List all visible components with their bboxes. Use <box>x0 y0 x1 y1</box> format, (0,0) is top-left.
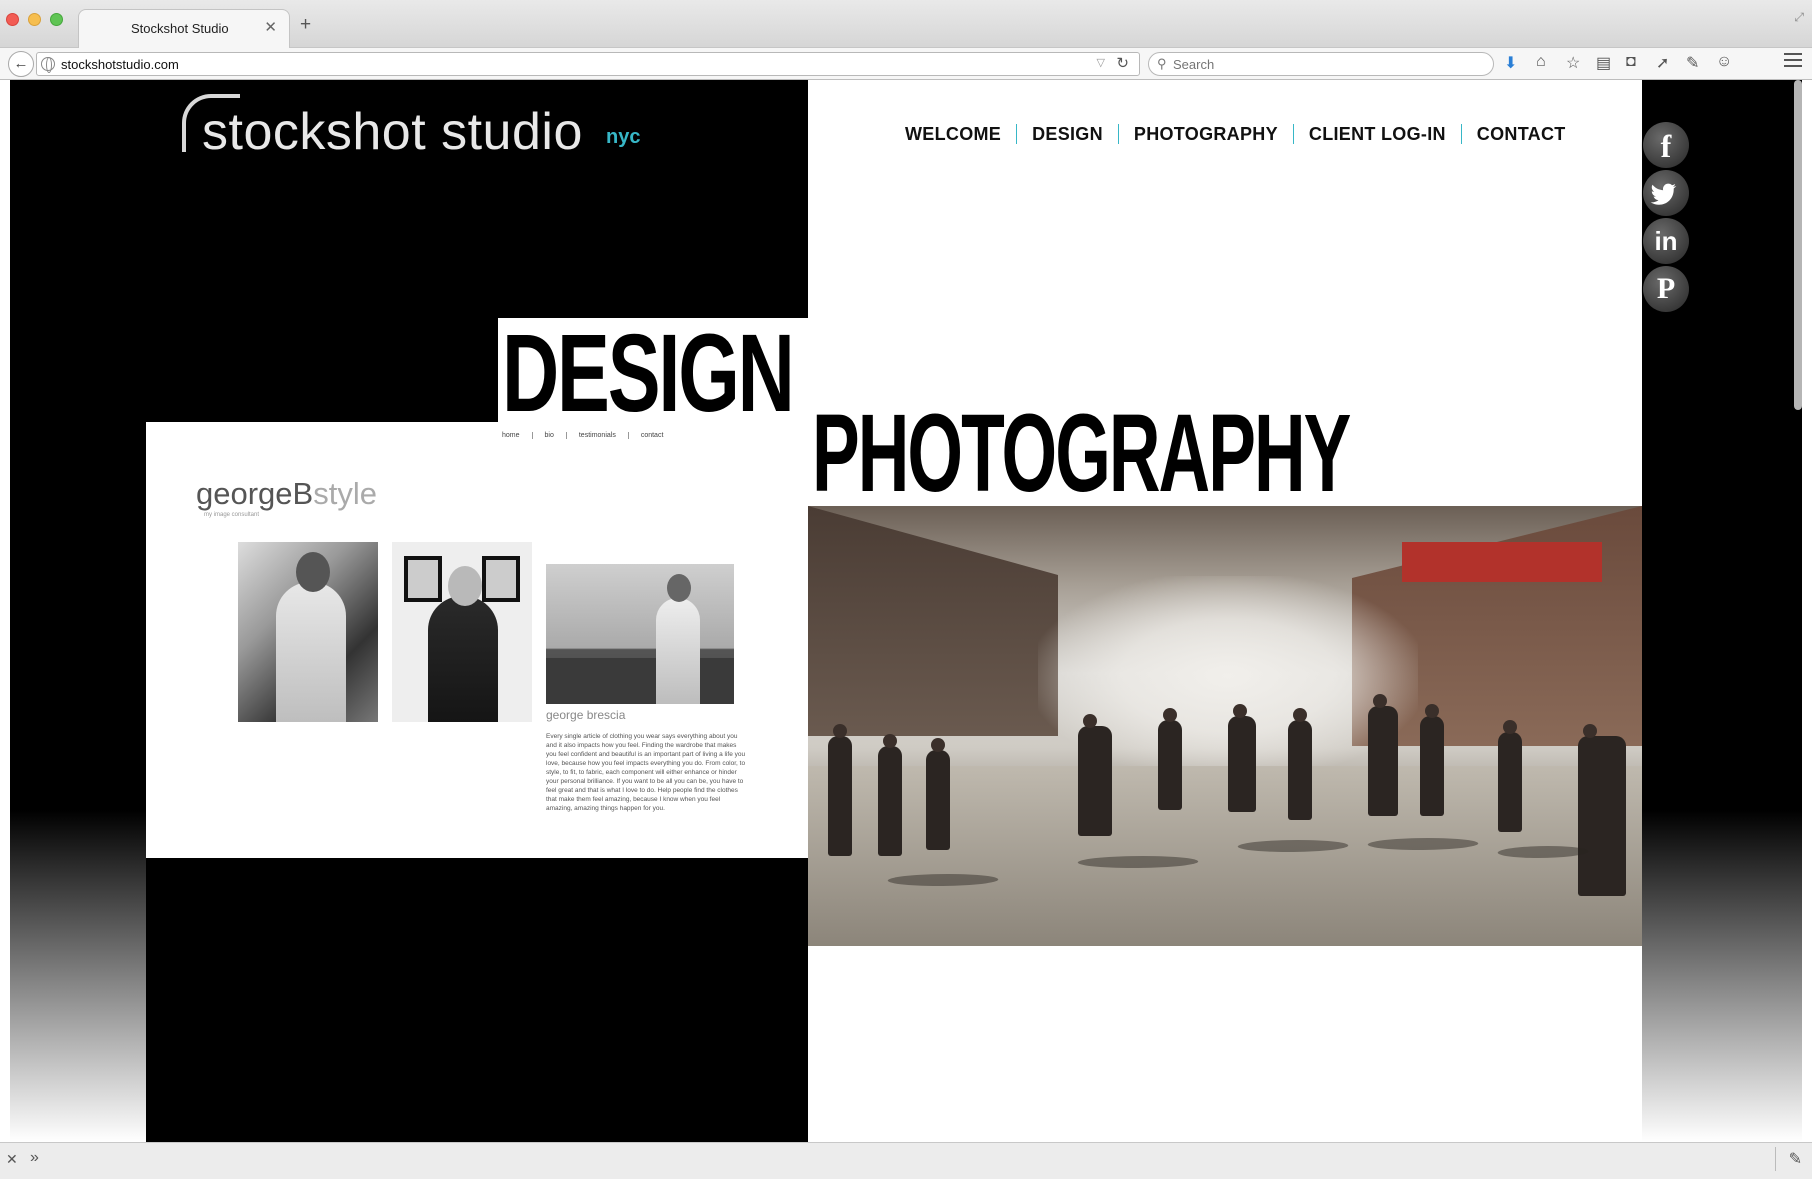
design-portfolio-preview[interactable]: home bio testimonials contact georgeBsty… <box>146 422 808 858</box>
nav-design[interactable]: DESIGN <box>1016 124 1118 144</box>
shop-sign <box>1402 542 1602 582</box>
picture-frame <box>482 556 520 602</box>
nav-welcome[interactable]: WELCOME <box>890 124 1016 144</box>
browser-status-bar: ✕ » ✎ <box>0 1142 1812 1179</box>
send-icon[interactable]: ➚ <box>1656 53 1669 73</box>
url-bar[interactable]: stockshotstudio.com ▽ ↻ <box>36 52 1140 76</box>
page-viewport: stockshot studio nyc WELCOME DESIGN PHOT… <box>10 80 1802 1142</box>
skyline <box>546 658 734 704</box>
preview-nav-item: home <box>502 432 520 439</box>
more-tools-icon[interactable]: » <box>30 1149 39 1167</box>
window-zoom-button[interactable] <box>50 13 63 26</box>
browser-tab[interactable]: Stockshot Studio ✕ <box>78 9 290 48</box>
browser-toolbar: ← stockshotstudio.com ▽ ↻ ⚲ ⬇ ⌂ ☆ ▤ ◘ ➚ … <box>0 48 1812 80</box>
status-divider <box>1775 1147 1776 1171</box>
tab-title: Stockshot Studio <box>131 21 229 36</box>
pocket-icon[interactable]: ◘ <box>1626 53 1636 71</box>
new-tab-icon[interactable]: + <box>300 14 311 36</box>
person-figure <box>276 552 346 722</box>
preview-brand-dark: georgeB <box>196 476 314 511</box>
pedestrian <box>1158 708 1182 810</box>
picture-frame <box>404 556 442 602</box>
pedestrian <box>878 734 902 856</box>
preview-body-text: Every single article of clothing you wea… <box>546 733 746 812</box>
nav-client-login[interactable]: CLIENT LOG-IN <box>1292 124 1461 144</box>
preview-brand-light: style <box>313 476 377 511</box>
preview-brand: georgeBstyle <box>196 476 377 512</box>
pedestrian <box>1078 714 1112 836</box>
browser-title-bar: Stockshot Studio ✕ + ⤢ <box>0 0 1812 48</box>
search-bar[interactable]: ⚲ <box>1148 52 1494 76</box>
window-minimize-button[interactable] <box>28 13 41 26</box>
linkedin-icon[interactable]: in <box>1643 218 1689 264</box>
wrench-icon[interactable]: ✎ <box>1789 1149 1802 1169</box>
pinterest-icon[interactable]: P <box>1643 266 1689 312</box>
fullscreen-icon[interactable]: ⤢ <box>1794 10 1804 25</box>
chat-icon[interactable]: ☺ <box>1716 53 1732 71</box>
nav-contact[interactable]: CONTACT <box>1460 124 1581 144</box>
bookmark-star-icon[interactable]: ☆ <box>1566 53 1580 73</box>
history-dropdown-icon[interactable]: ▽ <box>1097 56 1105 69</box>
window-close-button[interactable] <box>6 13 19 26</box>
preview-caption: george brescia <box>546 708 626 722</box>
preview-photo-frames <box>392 542 532 722</box>
preview-nav-item: bio <box>531 432 566 439</box>
reading-list-icon[interactable]: ▤ <box>1596 53 1611 73</box>
extension-icon[interactable]: ✎ <box>1686 53 1699 73</box>
design-heading-text: DESIGN <box>502 318 795 426</box>
main-navigation: WELCOME DESIGN PHOTOGRAPHY CLIENT LOG-IN… <box>890 122 1581 146</box>
pedestrian <box>1420 704 1444 816</box>
pedestrian <box>828 724 852 856</box>
preview-nav-item: contact <box>627 432 676 439</box>
preview-tagline: my image consultant <box>204 512 260 518</box>
nav-photography[interactable]: PHOTOGRAPHY <box>1117 124 1293 144</box>
home-icon[interactable]: ⌂ <box>1536 53 1546 71</box>
pedestrian <box>1288 708 1312 820</box>
photography-feature-image[interactable] <box>808 506 1642 946</box>
twitter-icon[interactable] <box>1643 170 1689 216</box>
logo-text: stockshot studio <box>202 103 583 161</box>
logo-subtext: nyc <box>606 126 641 148</box>
vertical-scrollbar[interactable] <box>1794 80 1802 410</box>
person-figure <box>656 574 700 704</box>
tab-close-icon[interactable]: ✕ <box>264 18 277 36</box>
preview-nav-item: testimonials <box>565 432 628 439</box>
back-arrow-icon[interactable]: ← <box>8 51 34 77</box>
url-text: stockshotstudio.com <box>61 57 179 72</box>
search-icon: ⚲ <box>1157 56 1167 71</box>
facebook-icon[interactable]: f <box>1643 122 1689 168</box>
pedestrian <box>1578 724 1626 896</box>
pedestrian <box>1228 704 1256 812</box>
building-left <box>808 506 1058 736</box>
preview-photo-rooftop <box>546 564 734 704</box>
close-bar-icon[interactable]: ✕ <box>6 1151 18 1168</box>
search-input[interactable] <box>1173 56 1473 72</box>
background-gradient-right <box>1642 810 1802 1142</box>
pedestrian <box>1498 720 1522 832</box>
reload-icon[interactable]: ↻ <box>1116 54 1129 72</box>
photography-heading-text: PHOTOGRAPHY <box>812 402 1351 498</box>
background-gradient-left <box>10 810 146 1142</box>
globe-icon <box>41 57 55 73</box>
person-figure <box>428 566 498 722</box>
design-heading[interactable]: DESIGN <box>498 318 808 426</box>
photography-heading[interactable]: PHOTOGRAPHY <box>808 402 1448 498</box>
pedestrian <box>1368 694 1398 816</box>
hamburger-menu-icon[interactable] <box>1784 53 1802 67</box>
pedestrian <box>926 738 950 850</box>
download-icon[interactable]: ⬇ <box>1504 53 1517 73</box>
preview-nav: home bio testimonials contact <box>490 432 675 439</box>
preview-photo-portrait <box>238 542 378 722</box>
